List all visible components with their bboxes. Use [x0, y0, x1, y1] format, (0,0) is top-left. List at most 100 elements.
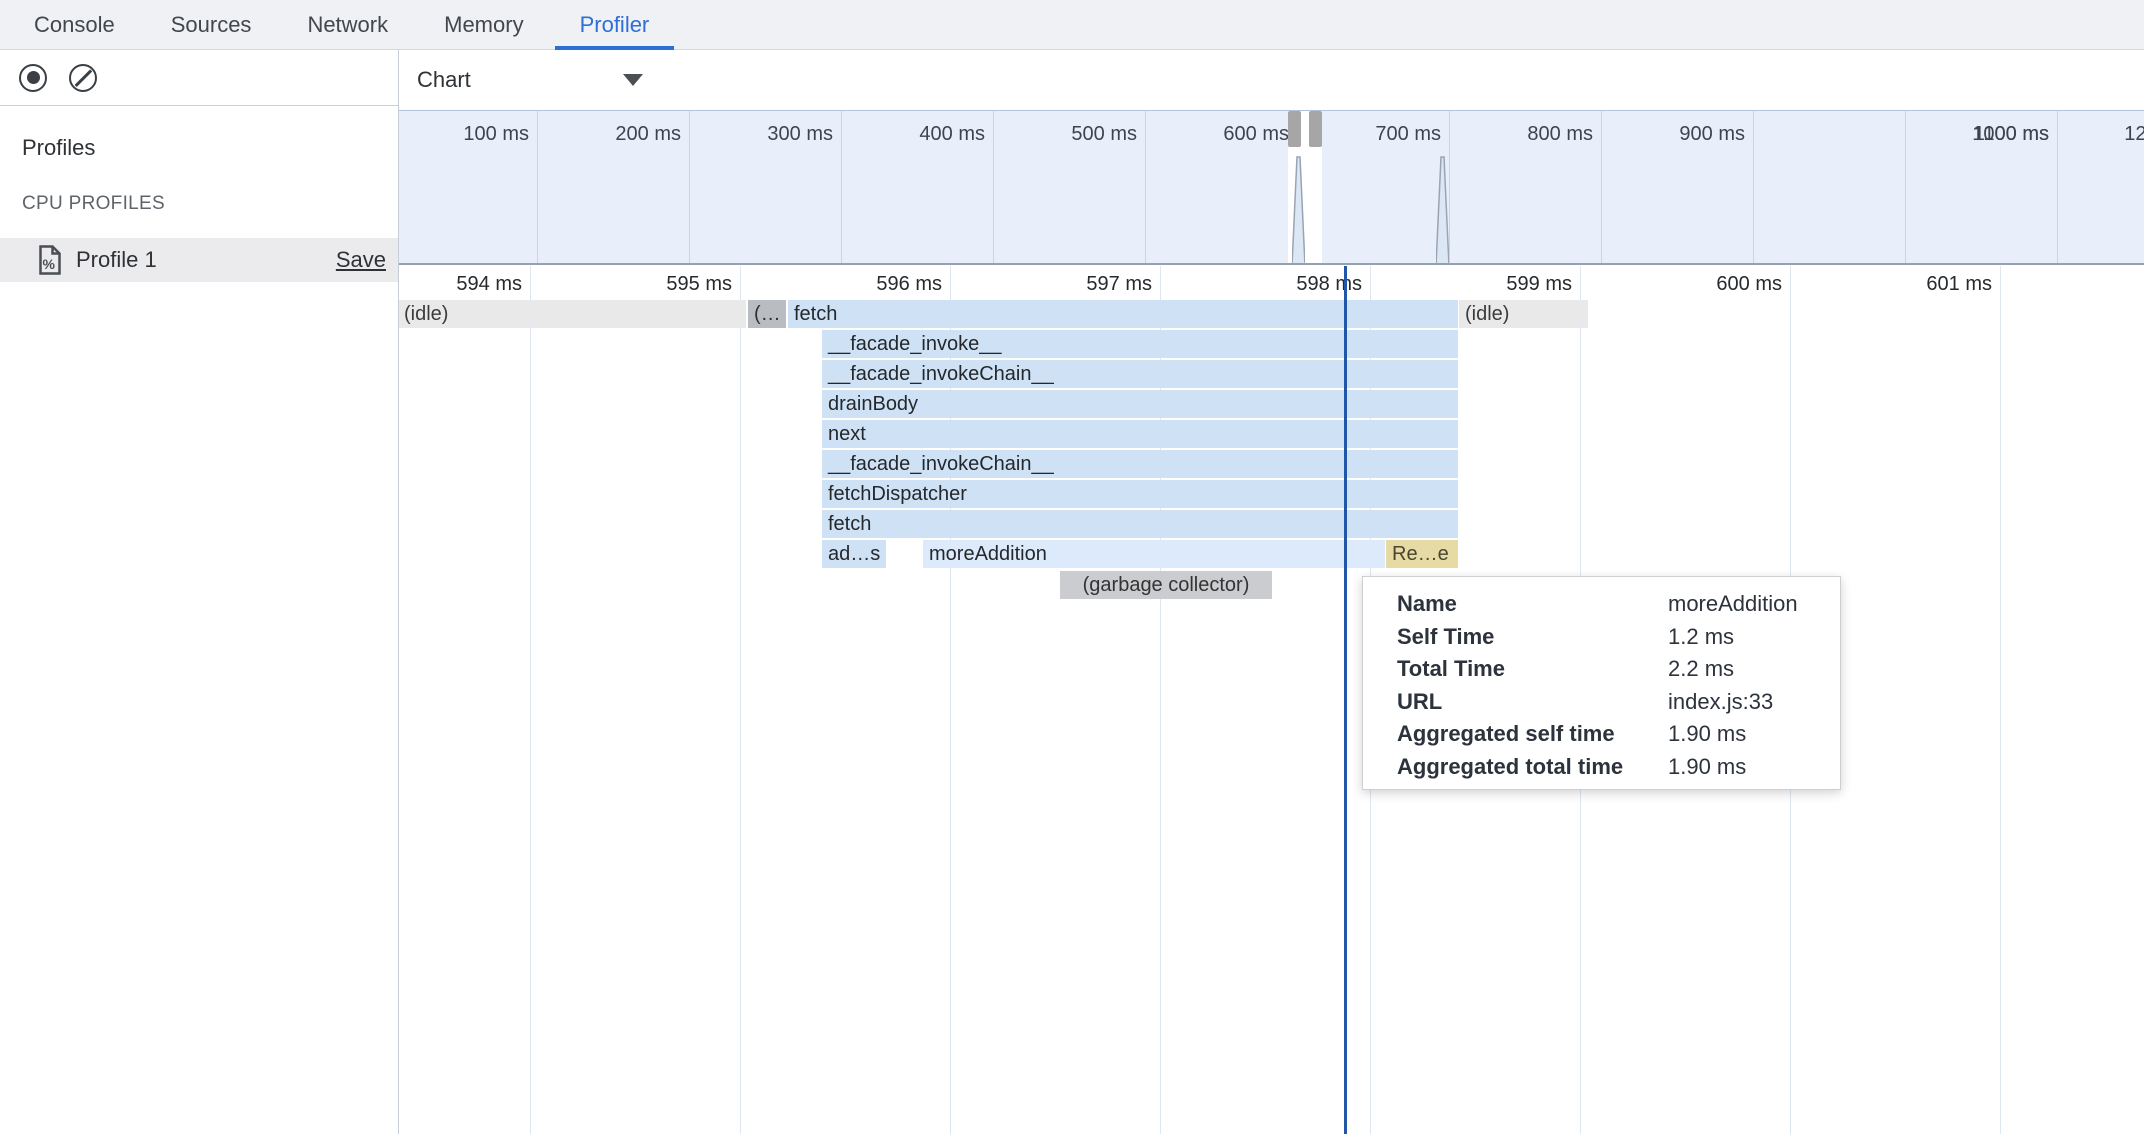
cpu-activity-spike: [1436, 153, 1449, 265]
tab-profiler[interactable]: Profiler: [555, 0, 675, 49]
view-mode-value: Chart: [417, 67, 471, 93]
ruler-tick-label: 601 ms: [1840, 273, 1992, 296]
ruler-tick-label: 595 ms: [580, 273, 732, 296]
clear-icon: [69, 64, 97, 92]
frame-tooltip: Name moreAddition Self Time 1.2 ms Total…: [1362, 576, 1841, 790]
tab-console[interactable]: Console: [9, 0, 140, 49]
overview-tick-label: 200 ms: [541, 123, 681, 146]
profile-name: Profile 1: [76, 247, 157, 273]
flame-bar[interactable]: moreAddition: [923, 540, 1385, 568]
tooltip-value: index.js:33: [1668, 686, 1830, 719]
profile-document-icon: %: [38, 245, 62, 275]
tab-label: Memory: [444, 12, 523, 38]
tooltip-row: Total Time 2.2 ms: [1397, 653, 1830, 686]
tooltip-label: Name: [1397, 588, 1668, 621]
sidebar: Profiles CPU PROFILES % Profile 1 Save: [0, 50, 399, 1134]
tab-label: Console: [34, 12, 115, 38]
view-toolbar: Chart: [399, 50, 2144, 110]
overview-tick-label: 400 ms: [845, 123, 985, 146]
flame-bar[interactable]: __facade_invoke__: [822, 330, 1458, 358]
overview-tick-label: 300 ms: [693, 123, 833, 146]
ruler-tick-label: 597 ms: [1000, 273, 1152, 296]
flame-bar[interactable]: __facade_invokeChain__: [822, 360, 1458, 388]
selection-handle-left[interactable]: [1288, 111, 1301, 147]
overview-gridline: [1145, 111, 1146, 263]
tooltip-value: 1.2 ms: [1668, 621, 1830, 654]
flame-chart-area[interactable]: 594 ms 595 ms 596 ms 597 ms 598 ms 599 ms 600 …: [399, 266, 2144, 1134]
flame-bar[interactable]: ad…s: [822, 540, 886, 568]
tab-network[interactable]: Network: [282, 0, 413, 49]
clear-profiles-button[interactable]: [68, 63, 98, 93]
tab-sources[interactable]: Sources: [146, 0, 277, 49]
tooltip-row: URL index.js:33: [1397, 686, 1830, 719]
tab-label: Network: [307, 12, 388, 38]
record-icon: [19, 64, 47, 92]
overview-gridline: [841, 111, 842, 263]
overview-tick-label: 600 ms: [1149, 123, 1289, 146]
overview-gridline: [1905, 111, 1906, 263]
tab-label: Profiler: [580, 12, 650, 38]
overview-gridline: [1449, 111, 1450, 263]
ruler-tick-label: 600 ms: [1630, 273, 1782, 296]
overview-gridline: [993, 111, 994, 263]
playhead-line: [1344, 266, 1347, 1134]
flame-bar[interactable]: (…: [748, 300, 786, 328]
ruler-tick-label: 599 ms: [1420, 273, 1572, 296]
overview-tick-label: 700 ms: [1301, 123, 1441, 146]
overview-tick-label: 100 ms: [399, 123, 529, 146]
save-profile-link[interactable]: Save: [336, 247, 386, 273]
overview-tick-label: 900 ms: [1605, 123, 1745, 146]
overview-gridline: [1753, 111, 1754, 263]
overview-gridline: [2057, 111, 2058, 263]
cpu-profiles-section-label: CPU PROFILES: [22, 193, 165, 215]
devtools-tab-bar: Console Sources Network Memory Profiler: [0, 0, 2144, 50]
tooltip-row: Self Time 1.2 ms: [1397, 621, 1830, 654]
tooltip-value: moreAddition: [1668, 588, 1830, 621]
ruler-tick-label: 596 ms: [790, 273, 942, 296]
flame-bar[interactable]: (garbage collector): [1060, 571, 1272, 599]
flame-bar[interactable]: (idle): [399, 300, 746, 328]
selection-handle-right[interactable]: [1309, 111, 1322, 147]
profile-list-item[interactable]: % Profile 1 Save: [0, 238, 398, 282]
tooltip-row: Aggregated self time 1.90 ms: [1397, 718, 1830, 751]
flame-bar[interactable]: Re…e: [1386, 540, 1458, 568]
ruler-tick-label: 598 ms: [1210, 273, 1362, 296]
tooltip-label: Total Time: [1397, 653, 1668, 686]
flame-bar[interactable]: drainBody: [822, 390, 1458, 418]
flame-bar[interactable]: (idle): [1459, 300, 1588, 328]
tooltip-row: Aggregated total time 1.90 ms: [1397, 751, 1830, 784]
tooltip-row: Name moreAddition: [1397, 588, 1830, 621]
overview-gridline: [689, 111, 690, 263]
view-mode-select[interactable]: Chart: [417, 64, 643, 96]
overview-gridline: [1601, 111, 1602, 263]
tooltip-value: 1.90 ms: [1668, 751, 1830, 784]
tooltip-label: URL: [1397, 686, 1668, 719]
overview-tick-label: 800 ms: [1453, 123, 1593, 146]
detail-gridline: [2000, 266, 2001, 1134]
tab-memory[interactable]: Memory: [419, 0, 548, 49]
flame-bar[interactable]: next: [822, 420, 1458, 448]
flame-bar[interactable]: __facade_invokeChain__: [822, 450, 1458, 478]
cpu-activity-spike: [1292, 153, 1305, 265]
svg-text:%: %: [43, 256, 56, 272]
profiles-heading: Profiles: [22, 135, 95, 161]
tooltip-value: 2.2 ms: [1668, 653, 1830, 686]
profiler-controls: [0, 50, 398, 106]
devtools-window: Console Sources Network Memory Profiler …: [0, 0, 2144, 1134]
detail-gridline: [740, 266, 741, 1134]
tab-label: Sources: [171, 12, 252, 38]
tooltip-label: Aggregated total time: [1397, 751, 1668, 784]
record-profile-button[interactable]: [18, 63, 48, 93]
tooltip-label: Aggregated self time: [1397, 718, 1668, 751]
overview-tick-label: 1100 ms: [1909, 123, 2049, 146]
ruler-tick-label: 594 ms: [399, 273, 522, 296]
overview-gridline: [537, 111, 538, 263]
flame-bar[interactable]: fetch: [822, 510, 1458, 538]
flame-bar[interactable]: fetchDispatcher: [822, 480, 1458, 508]
tooltip-label: Self Time: [1397, 621, 1668, 654]
tooltip-value: 1.90 ms: [1668, 718, 1830, 751]
chevron-down-icon: [623, 74, 643, 86]
flame-bar[interactable]: fetch: [788, 300, 1458, 328]
profiler-main-pane: Chart 100 ms200 ms300 ms400 ms500 ms600 …: [399, 50, 2144, 1134]
timeline-overview[interactable]: 100 ms200 ms300 ms400 ms500 ms600 ms700 …: [399, 110, 2144, 265]
